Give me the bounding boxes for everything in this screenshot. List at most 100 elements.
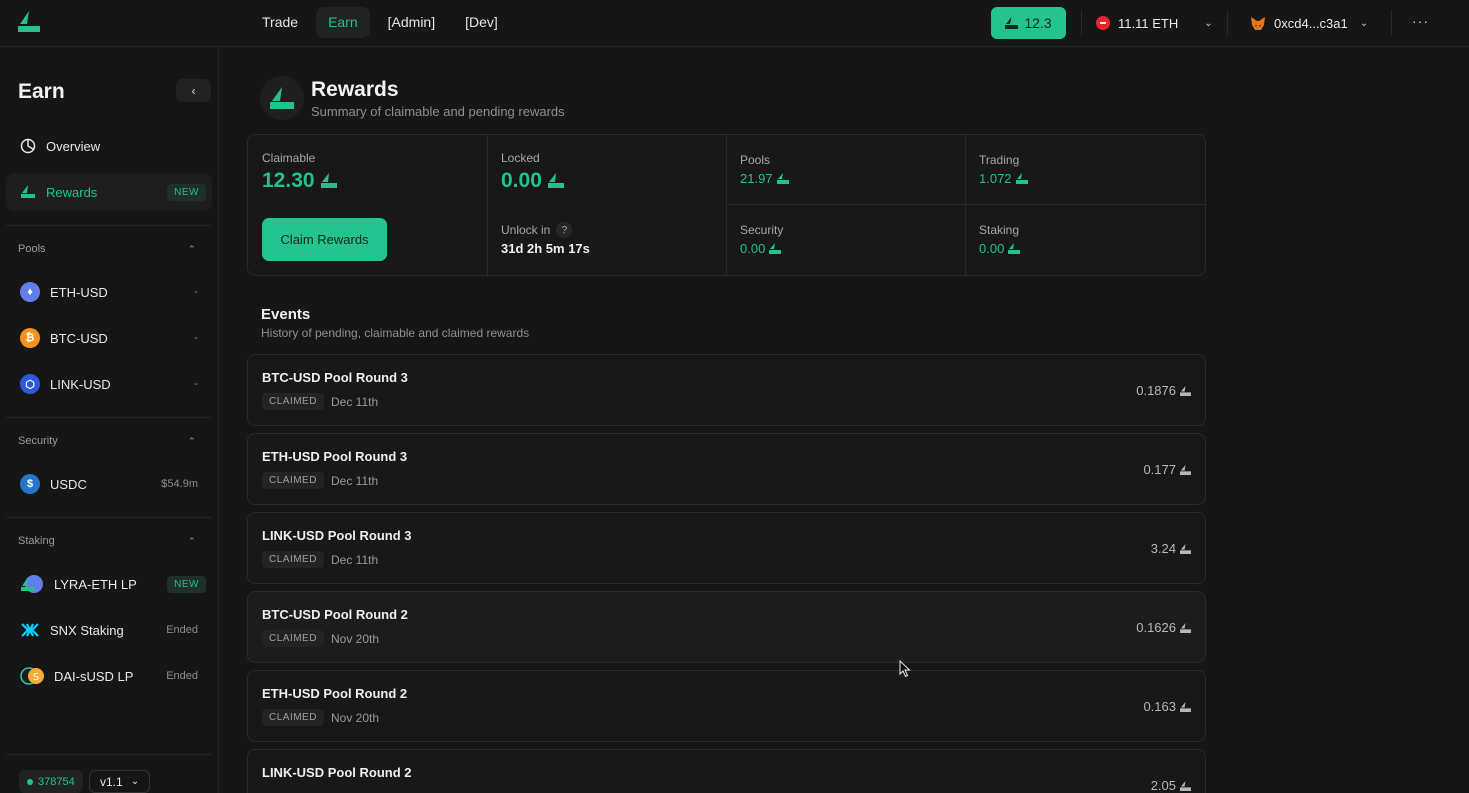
security-amount: 0.00 [740, 241, 766, 256]
pools-label: Pools [740, 153, 771, 167]
event-date: Dec 11th [331, 553, 379, 567]
pool-value: - [194, 286, 198, 298]
btc-icon: ₿ [20, 328, 40, 348]
sidebar-item-lyra-eth-lp[interactable]: LYRA-ETH LP NEW [6, 565, 212, 603]
claim-rewards-button[interactable]: Claim Rewards [262, 218, 387, 261]
event-row[interactable]: LINK-USD Pool Round 3 CLAIMED Dec 11th 3… [247, 512, 1206, 584]
events-subtitle: History of pending, claimable and claime… [261, 326, 530, 340]
event-amount-value: 2.05 [1150, 778, 1176, 793]
more-options-icon[interactable]: ··· [1412, 13, 1429, 29]
event-row[interactable]: ETH-USD Pool Round 3 CLAIMED Dec 11th 0.… [247, 433, 1206, 505]
network-selector[interactable]: 11.11 ETH ⌄ [1096, 7, 1213, 39]
section-pools-label: Pools [18, 243, 46, 255]
lyra-balance-button[interactable]: 12.3 [991, 7, 1066, 39]
nav-earn[interactable]: Earn [316, 7, 370, 38]
event-amount: 0.1876 [1136, 383, 1191, 398]
trading-label: Trading [979, 153, 1020, 167]
nav-trade[interactable]: Trade [250, 7, 310, 38]
event-row[interactable]: ETH-USD Pool Round 2 CLAIMED Nov 20th 0.… [247, 670, 1206, 742]
divider [6, 417, 212, 418]
sidebar-item-btc-usd[interactable]: ₿ BTC-USD - [6, 319, 212, 357]
sidebar-item-label: LINK-USD [50, 376, 111, 392]
sidebar-item-label: DAI-sUSD LP [54, 668, 134, 684]
sidebar-item-rewards[interactable]: Rewards NEW [6, 173, 212, 211]
section-staking-label: Staking [18, 535, 55, 547]
status-dot-icon [27, 778, 33, 785]
chevron-down-icon: ⌄ [130, 776, 140, 787]
trading-amount: 1.072 [979, 171, 1012, 186]
sidebar-item-label: SNX Staking [50, 622, 124, 638]
lyra-logo-icon[interactable] [16, 10, 42, 34]
lyra-balance-value: 12.3 [1024, 15, 1052, 31]
lyra-icon [320, 173, 337, 188]
sidebar-item-dai-susd-lp[interactable]: S DAI-sUSD LP Ended [6, 657, 212, 695]
nav-dev[interactable]: [Dev] [453, 7, 510, 38]
lyra-icon [1180, 543, 1191, 554]
lyra-icon [1180, 385, 1191, 396]
section-security-label: Security [18, 435, 58, 447]
divider [1391, 10, 1392, 36]
wallet-selector[interactable]: 0xcd4...c3a1 ⌄ [1250, 7, 1368, 39]
sidebar-title: Earn [18, 80, 65, 103]
main-nav: Trade Earn [Admin] [Dev] [250, 7, 510, 38]
event-amount-value: 0.177 [1143, 462, 1176, 477]
rewards-summary-card: Claimable 12.30 Claim Rewards Locked 0.0… [247, 134, 1206, 276]
lyra-icon [776, 173, 789, 184]
sidebar-item-usdc[interactable]: $ USDC $54.9m [6, 465, 212, 503]
version-selector[interactable]: v1.1 ⌄ [89, 770, 151, 793]
snx-icon [21, 623, 39, 637]
event-row[interactable]: BTC-USD Pool Round 3 CLAIMED Dec 11th 0.… [247, 354, 1206, 426]
pool-value: - [194, 378, 198, 390]
event-amount: 0.1626 [1136, 620, 1191, 635]
collapse-sidebar-button[interactable]: ‹ [176, 79, 211, 102]
divider [726, 135, 727, 275]
event-row[interactable]: LINK-USD Pool Round 2 2.05 [247, 749, 1206, 793]
sidebar-item-label: BTC-USD [50, 330, 108, 346]
sidebar-item-eth-usd[interactable]: ♦ ETH-USD - [6, 273, 212, 311]
event-date: Dec 11th [331, 395, 379, 409]
event-name: BTC-USD Pool Round 3 [262, 370, 408, 385]
block-number-badge: 378754 [19, 770, 83, 793]
status-badge: CLAIMED [262, 709, 324, 726]
divider [6, 517, 212, 518]
security-value: 0.00 [740, 241, 782, 256]
sidebar-item-overview[interactable]: Overview [6, 127, 212, 165]
staking-status: Ended [166, 670, 198, 682]
version-label: v1.1 [100, 774, 123, 789]
lyra-icon [270, 87, 294, 109]
page-title: Rewards [311, 78, 399, 101]
event-name: ETH-USD Pool Round 3 [262, 449, 408, 464]
new-badge: NEW [167, 575, 206, 593]
event-date: Dec 11th [331, 474, 379, 488]
lyra-icon [21, 185, 35, 198]
sidebar-item-label: Overview [46, 138, 101, 154]
chevron-down-icon: ⌄ [1204, 17, 1213, 29]
network-balance: 11.11 ETH [1118, 15, 1179, 31]
unlock-label: Unlock in [501, 223, 551, 237]
sidebar-item-snx-staking[interactable]: SNX Staking Ended [6, 611, 212, 649]
chevron-down-icon: ⌄ [1359, 17, 1369, 29]
sidebar-item-label: ETH-USD [50, 284, 108, 300]
event-row[interactable]: BTC-USD Pool Round 2 CLAIMED Nov 20th 0.… [247, 591, 1206, 663]
rewards-page-icon [260, 76, 304, 120]
chevron-up-icon[interactable]: ⌃ [188, 536, 196, 547]
lyra-icon [1180, 622, 1191, 633]
claimable-amount: 12.30 [262, 169, 315, 192]
sidebar-item-label: Rewards [46, 184, 98, 200]
sidebar-item-link-usd[interactable]: ⬡ LINK-USD - [6, 365, 212, 403]
nav-admin[interactable]: [Admin] [376, 7, 447, 38]
events-title: Events [261, 306, 311, 323]
locked-value: 0.00 [501, 169, 565, 193]
staking-value: 0.00 [979, 241, 1021, 256]
trading-value: 1.072 [979, 171, 1028, 186]
chevron-up-icon[interactable]: ⌃ [188, 244, 196, 255]
chevron-up-icon[interactable]: ⌃ [188, 436, 196, 447]
dai-susd-icon: S [20, 667, 44, 685]
event-amount: 2.05 [1151, 778, 1191, 793]
help-icon[interactable]: ? [556, 222, 573, 238]
eth-icon: ♦ [20, 282, 40, 302]
claimable-label: Claimable [262, 151, 316, 165]
usdc-icon: $ [20, 474, 40, 494]
mouse-cursor-icon [899, 660, 911, 678]
locked-amount: 0.00 [501, 169, 542, 192]
